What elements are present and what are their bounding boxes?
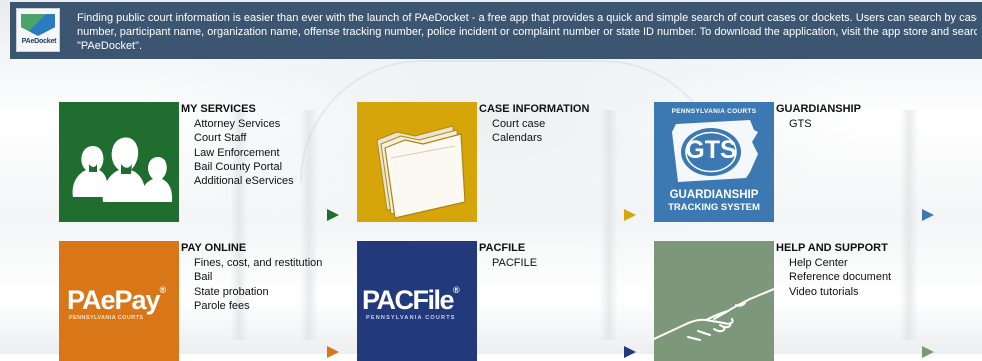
my-services-tile[interactable] (59, 102, 179, 222)
link-parole-fees[interactable]: Parole fees (194, 299, 322, 313)
banner-line: Finding public court information is easi… (77, 12, 977, 24)
pay-online-links: Fines, cost, and restitution Bail State … (194, 256, 322, 313)
pacfile-logo-text: PACFile (362, 285, 455, 315)
pacfile-logo: PACFile® (362, 285, 460, 316)
banner-line: number, participant name, organization n… (77, 26, 977, 38)
pacfile-registered-mark: ® (453, 285, 460, 295)
pacfile-title[interactable]: PACFILE (479, 242, 525, 254)
background-column (600, 110, 618, 340)
gts-badge: GTS (685, 136, 737, 164)
play-arrow-icon[interactable] (624, 209, 636, 221)
link-attorney-services[interactable]: Attorney Services (194, 117, 294, 131)
pacfile-tile[interactable]: PACFile® PENNSYLVANIA COURTS (357, 241, 477, 361)
case-information-links: Court case Calendars (492, 117, 545, 146)
paepay-logo-sub: PENNSYLVANIA COURTS (69, 315, 144, 321)
help-support-title[interactable]: HELP AND SUPPORT (776, 242, 888, 254)
play-arrow-icon[interactable] (624, 346, 636, 358)
play-arrow-icon[interactable] (922, 209, 934, 221)
file-folder-icon (376, 125, 466, 219)
paedocket-logo-mark (21, 14, 55, 36)
link-reference-document[interactable]: Reference document (789, 270, 891, 284)
paepay-registered-mark: ® (159, 285, 167, 295)
link-court-case[interactable]: Court case (492, 117, 545, 131)
banner-line: "PAeDocket". (77, 40, 143, 52)
paepay-logo-text: PAePay (67, 285, 161, 315)
pay-online-tile[interactable]: PAePay® PENNSYLVANIA COURTS (59, 241, 179, 361)
paedocket-banner[interactable]: PAeDocket Finding public court informati… (10, 2, 982, 59)
pacfile-logo-sub: PENNSYLVANIA COURTS (366, 315, 456, 321)
guardianship-title[interactable]: GUARDIANSHIP (776, 103, 861, 115)
link-additional-eservices[interactable]: Additional eServices (194, 174, 294, 188)
link-calendars[interactable]: Calendars (492, 131, 545, 145)
gts-logo-line1: GUARDIANSHIP (669, 189, 759, 201)
link-gts[interactable]: GTS (789, 117, 812, 131)
gts-logo-line2: TRACKING SYSTEM (668, 202, 760, 213)
play-arrow-icon[interactable] (327, 209, 339, 221)
link-help-center[interactable]: Help Center (789, 256, 891, 270)
my-services-title[interactable]: MY SERVICES (181, 103, 256, 115)
guardianship-links: GTS (789, 117, 812, 131)
help-support-links: Help Center Reference document Video tut… (789, 256, 891, 299)
banner-message: Finding public court information is easi… (77, 11, 977, 53)
guardianship-tile[interactable]: PENNSYLVANIA COURTS GTS GUARDIANSHIP TRA… (654, 102, 774, 222)
my-services-links: Attorney Services Court Staff Law Enforc… (194, 117, 294, 188)
background-column (900, 110, 918, 340)
paedocket-logo-text: PAeDocket (21, 38, 57, 45)
people-silhouettes-icon (72, 137, 173, 202)
handshake-icon (654, 288, 774, 341)
link-fines-cost-restitution[interactable]: Fines, cost, and restitution (194, 256, 322, 270)
link-pacfile[interactable]: PACFILE (492, 256, 537, 270)
link-bail[interactable]: Bail (194, 270, 322, 284)
case-information-title[interactable]: CASE INFORMATION (479, 103, 589, 115)
play-arrow-icon[interactable] (922, 346, 934, 358)
link-state-probation[interactable]: State probation (194, 285, 322, 299)
link-court-staff[interactable]: Court Staff (194, 131, 294, 145)
link-video-tutorials[interactable]: Video tutorials (789, 285, 891, 299)
pay-online-title[interactable]: PAY ONLINE (181, 242, 246, 254)
pacfile-links: PACFILE (492, 256, 537, 270)
help-support-tile[interactable] (654, 241, 774, 361)
paedocket-logo[interactable]: PAeDocket (16, 8, 60, 52)
link-bail-county-portal[interactable]: Bail County Portal (194, 160, 294, 174)
case-information-tile[interactable] (357, 102, 477, 222)
play-arrow-icon[interactable] (327, 346, 339, 358)
link-law-enforcement[interactable]: Law Enforcement (194, 146, 294, 160)
paepay-logo: PAePay® (67, 285, 167, 316)
